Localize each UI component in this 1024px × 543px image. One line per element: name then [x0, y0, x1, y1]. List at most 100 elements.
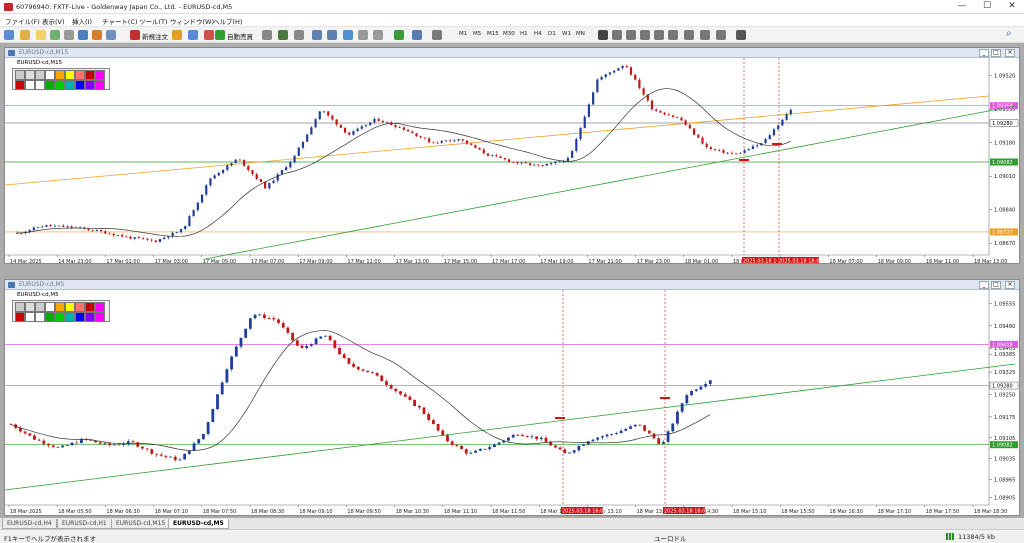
auto-trade-button[interactable]: 自動売買: [227, 31, 253, 41]
label-tool-icon[interactable]: [716, 30, 726, 40]
close-button[interactable]: ✕: [1000, 1, 1024, 13]
drawing-palette[interactable]: [12, 300, 110, 322]
palette-color-white[interactable]: [45, 70, 55, 80]
palette-color-green[interactable]: [45, 312, 55, 322]
tab-h4[interactable]: EURUSD-cd,H4: [2, 519, 57, 529]
arrows-icon[interactable]: [736, 30, 746, 40]
chart-canvas[interactable]: 1.095201.093501.091801.090101.088401.086…: [5, 58, 1019, 263]
palette-color-yellow[interactable]: [65, 70, 75, 80]
palette-dot-icon[interactable]: [35, 312, 45, 322]
palette-color-lime[interactable]: [55, 80, 65, 90]
chart-canvas[interactable]: 1.095551.094801.094051.093851.093251.092…: [5, 290, 1019, 515]
zoom-in-icon[interactable]: [312, 30, 322, 40]
auto-trade-icon[interactable]: [215, 30, 225, 40]
chart-shift-icon[interactable]: [373, 30, 383, 40]
palette-color-darkred[interactable]: [15, 312, 25, 322]
palette-eraser-icon[interactable]: [35, 70, 45, 80]
crosshair-tool-icon[interactable]: [612, 30, 622, 40]
cursor-icon[interactable]: [598, 30, 608, 40]
tf-m5[interactable]: M5: [473, 31, 481, 37]
tf-w1[interactable]: W1: [562, 31, 571, 37]
menu-insert[interactable]: 挿入(I): [72, 16, 92, 26]
tab-h1[interactable]: EURUSD-cd,H1: [57, 519, 112, 529]
palette-color-white[interactable]: [45, 302, 55, 312]
folder-icon[interactable]: [36, 30, 46, 40]
chart-close-button[interactable]: ×: [1005, 281, 1015, 289]
palette-cursor-icon[interactable]: [15, 70, 25, 80]
palette-color-orange[interactable]: [55, 70, 65, 80]
options-icon[interactable]: [204, 30, 214, 40]
navigator-icon[interactable]: [78, 30, 88, 40]
palette-color-blue[interactable]: [75, 312, 85, 322]
palette-line-icon[interactable]: [25, 312, 35, 322]
palette-color-salmon[interactable]: [75, 302, 85, 312]
tf-m30[interactable]: M30: [503, 31, 515, 37]
profiles-icon[interactable]: [20, 30, 30, 40]
palette-cursor-icon[interactable]: [15, 302, 25, 312]
tf-mn[interactable]: MN: [576, 31, 585, 37]
new-order-button[interactable]: 新規注文: [142, 31, 168, 41]
metaeditor-icon[interactable]: [172, 30, 182, 40]
new-order-icon[interactable]: [130, 30, 140, 40]
palette-color-salmon[interactable]: [75, 70, 85, 80]
tab-m5[interactable]: EURUSD-cd,M5: [168, 519, 229, 529]
menu-file[interactable]: ファイル(F): [5, 16, 40, 26]
drawing-palette[interactable]: [12, 68, 110, 90]
chart-maximize-button[interactable]: □: [991, 49, 1001, 57]
tf-h4[interactable]: H4: [534, 31, 542, 37]
chart-minimize-button[interactable]: _: [979, 49, 989, 57]
channel-icon[interactable]: [668, 30, 678, 40]
line-chart-icon[interactable]: [294, 30, 304, 40]
expert-icon[interactable]: [188, 30, 198, 40]
palette-eraser-icon[interactable]: [35, 302, 45, 312]
chart-close-button[interactable]: ×: [1005, 49, 1015, 57]
palette-color-red[interactable]: [85, 70, 95, 80]
chart-window-m5[interactable]: EURUSD-cd,M5 _ □ × 1.09555 1.09480 1.09405…: [4, 279, 1020, 516]
price-chart-m15[interactable]: 1.09520 1.09350 1.09180 1.09010 1.08840 1.086…: [5, 58, 1019, 263]
market-watch-icon[interactable]: [50, 30, 60, 40]
chart-maximize-button[interactable]: □: [991, 281, 1001, 289]
new-chart-icon[interactable]: [4, 30, 14, 40]
maximize-button[interactable]: ☐: [975, 1, 999, 13]
candle-chart-icon[interactable]: [278, 30, 288, 40]
chart-minimize-button[interactable]: _: [979, 281, 989, 289]
periods-icon[interactable]: [412, 30, 422, 40]
autoscroll-icon[interactable]: [358, 30, 368, 40]
palette-color-green[interactable]: [45, 80, 55, 90]
palette-line-icon[interactable]: [25, 80, 35, 90]
tile-icon[interactable]: [343, 30, 353, 40]
menu-window[interactable]: ウィンドウ(W): [170, 16, 214, 26]
tf-h1[interactable]: H1: [520, 31, 528, 37]
tester-icon[interactable]: [106, 30, 116, 40]
tab-m15[interactable]: EURUSD-cd,M15: [111, 519, 171, 529]
palette-color-purple[interactable]: [85, 80, 95, 90]
minimize-button[interactable]: —: [950, 1, 974, 13]
palette-hand-icon[interactable]: [25, 70, 35, 80]
zoom-out-icon[interactable]: [327, 30, 337, 40]
bar-chart-icon[interactable]: [262, 30, 272, 40]
trendline-icon[interactable]: [654, 30, 664, 40]
menu-chart[interactable]: チャート(C): [102, 16, 138, 26]
palette-color-yellow[interactable]: [65, 302, 75, 312]
horizontal-line-icon[interactable]: [640, 30, 650, 40]
crosshair-icon[interactable]: [64, 30, 74, 40]
tf-d1[interactable]: D1: [548, 31, 556, 37]
chart-window-titlebar[interactable]: EURUSD-cd,M15 _ □ ×: [5, 48, 1019, 58]
palette-color-blue[interactable]: [75, 80, 85, 90]
palette-hand-icon[interactable]: [25, 302, 35, 312]
palette-color-lime[interactable]: [55, 312, 65, 322]
search-icon[interactable]: ⌕: [1006, 28, 1012, 39]
palette-dot-icon[interactable]: [35, 80, 45, 90]
chart-window-titlebar[interactable]: EURUSD-cd,M5 _ □ ×: [5, 280, 1019, 290]
palette-color-pink[interactable]: [95, 80, 105, 90]
text-tool-icon[interactable]: [700, 30, 710, 40]
indicators-icon[interactable]: [394, 30, 404, 40]
menu-tools[interactable]: ツール(T): [139, 16, 168, 26]
terminal-icon[interactable]: [92, 30, 102, 40]
templates-icon[interactable]: [432, 30, 442, 40]
palette-color-magenta[interactable]: [95, 302, 105, 312]
palette-color-teal[interactable]: [65, 80, 75, 90]
tf-m1[interactable]: M1: [459, 31, 467, 37]
palette-color-purple[interactable]: [85, 312, 95, 322]
fibo-icon[interactable]: [684, 30, 694, 40]
